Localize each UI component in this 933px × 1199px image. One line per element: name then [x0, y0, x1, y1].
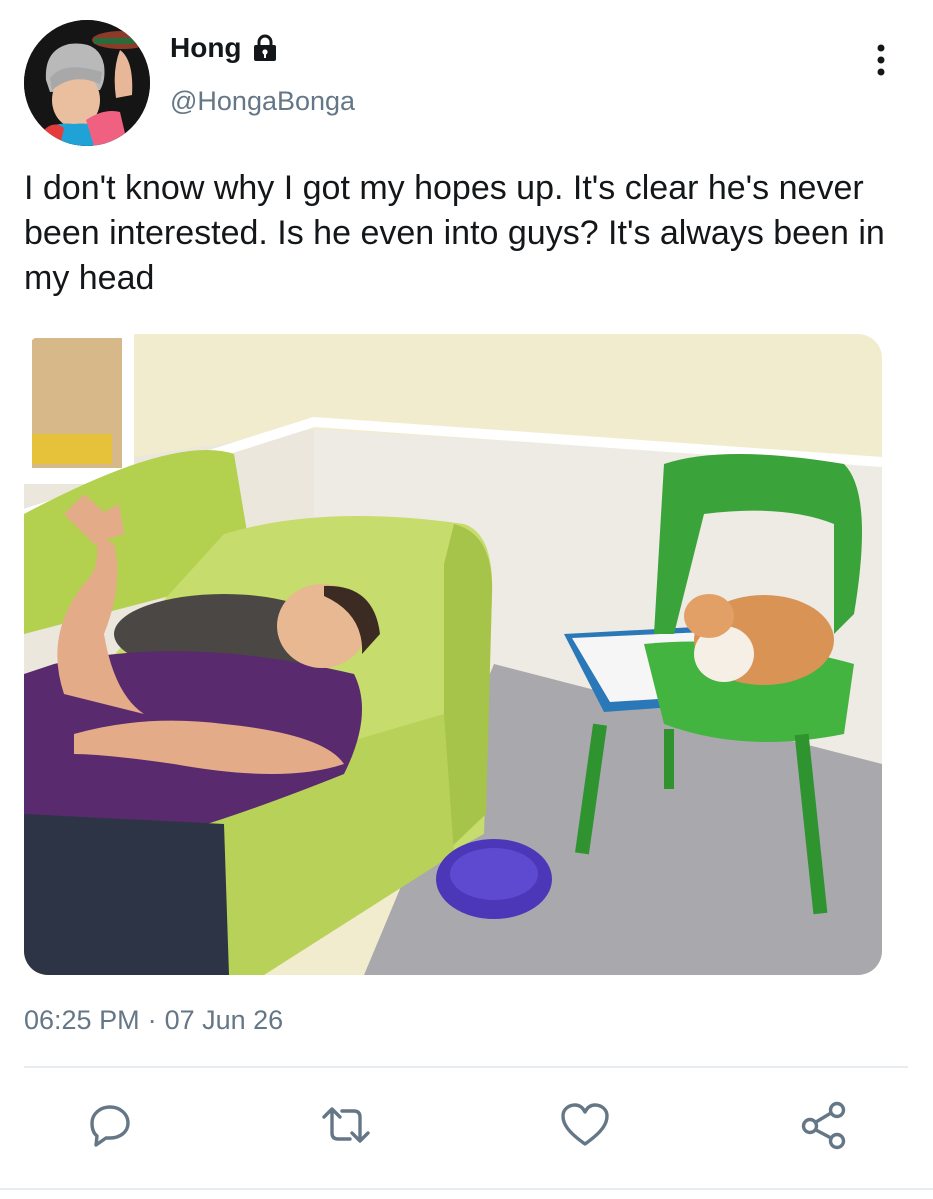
tweet-time: 06:25 PM [24, 1005, 140, 1035]
retweet-icon [322, 1107, 370, 1143]
share-icon [801, 1101, 846, 1150]
avatar-image [24, 20, 150, 146]
bottom-divider [0, 1188, 933, 1190]
tweet-date: 07 Jun 26 [164, 1005, 284, 1035]
tweet-photo[interactable] [24, 334, 882, 975]
reply-button[interactable] [80, 1095, 140, 1155]
tweet-timestamp[interactable]: 06:25 PM · 07 Jun 26 [24, 1005, 283, 1036]
photo-illustration [24, 334, 882, 975]
heart-icon [561, 1103, 609, 1146]
divider [24, 1066, 908, 1068]
more-options-icon[interactable] [870, 44, 892, 78]
action-bar [0, 1095, 933, 1155]
user-handle[interactable]: @HongaBonga [170, 86, 355, 117]
lock-icon [252, 34, 278, 62]
reply-icon [90, 1105, 130, 1147]
retweet-button[interactable] [316, 1095, 376, 1155]
avatar[interactable] [24, 20, 150, 146]
share-button[interactable] [794, 1095, 854, 1155]
tweet: Hong @HongaBonga I don't know why I got … [0, 0, 933, 1199]
display-name[interactable]: Hong [170, 32, 242, 64]
tweet-text: I don't know why I got my hopes up. It's… [24, 169, 885, 297]
timestamp-separator: · [147, 1005, 157, 1035]
user-name-row[interactable]: Hong [170, 32, 278, 64]
like-button[interactable] [555, 1095, 615, 1155]
